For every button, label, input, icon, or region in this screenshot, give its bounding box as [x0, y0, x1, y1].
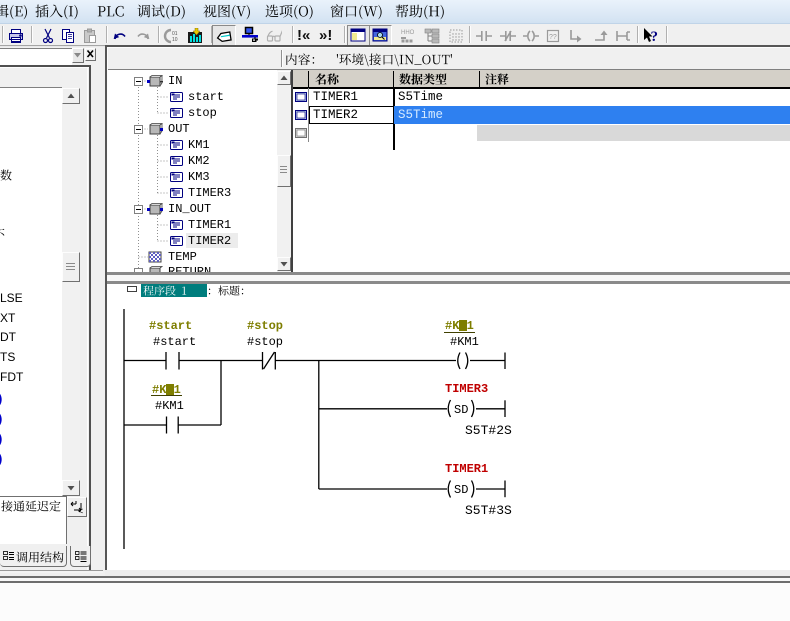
svg-text:<: <: [78, 506, 83, 515]
svg-text:HHO: HHO: [401, 30, 415, 36]
svg-text:?: ?: [651, 29, 659, 44]
svg-text:??: ??: [549, 34, 557, 41]
svg-text:10: 10: [172, 37, 178, 43]
